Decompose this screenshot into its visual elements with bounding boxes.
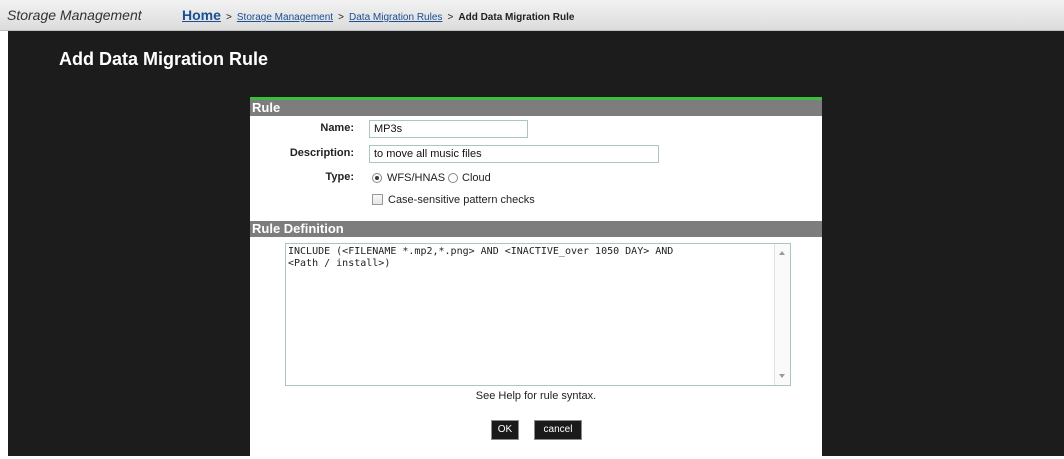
rule-syntax-help-text: See Help for rule syntax.: [475, 390, 597, 402]
type-radio-wfs-hnas[interactable]: [372, 173, 382, 183]
app-title: Storage Management: [7, 7, 142, 23]
scroll-down-icon[interactable]: [779, 374, 785, 378]
main-content: Add Data Migration Rule Rule Name: Descr…: [8, 31, 1064, 459]
top-bar: Storage Management Home > Storage Manage…: [0, 0, 1064, 31]
name-label: Name:: [320, 122, 354, 134]
rule-definition-text: INCLUDE (<FILENAME *.mp2,*.png> AND <INA…: [288, 246, 674, 269]
description-field[interactable]: [369, 145, 659, 163]
breadcrumb-separator: >: [338, 12, 344, 23]
ok-button[interactable]: OK: [491, 420, 519, 440]
case-sensitive-checkbox[interactable]: [372, 194, 383, 205]
rule-form-panel: Rule Name: Description: Type: WFS/HNAS C…: [250, 97, 822, 459]
breadcrumb-separator: >: [447, 12, 454, 23]
breadcrumb-data-migration-rules-link[interactable]: Data Migration Rules: [349, 12, 442, 23]
breadcrumb-home-link[interactable]: Home: [182, 7, 221, 23]
breadcrumb-separator: >: [225, 12, 232, 23]
rule-definition-textarea[interactable]: INCLUDE (<FILENAME *.mp2,*.png> AND <INA…: [285, 243, 791, 386]
description-label: Description:: [289, 147, 354, 159]
breadcrumb: Home > Storage Management > Data Migrati…: [182, 7, 574, 23]
rule-definition-scrollbar[interactable]: [774, 244, 790, 385]
type-option-cloud-label: Cloud: [462, 172, 491, 184]
breadcrumb-storage-management-link[interactable]: Storage Management: [237, 12, 333, 23]
scroll-up-icon[interactable]: [779, 251, 785, 255]
page-title: Add Data Migration Rule: [59, 49, 269, 69]
breadcrumb-current: Add Data Migration Rule: [458, 12, 575, 23]
type-label: Type:: [325, 171, 354, 183]
name-field[interactable]: [369, 120, 528, 138]
cancel-button[interactable]: cancel: [534, 420, 582, 440]
rule-definition-section-header: Rule Definition: [250, 221, 822, 237]
type-option-wfs-hnas-label: WFS/HNAS: [387, 172, 446, 184]
case-sensitive-label: Case-sensitive pattern checks: [388, 194, 535, 206]
type-radio-cloud[interactable]: [448, 173, 458, 183]
rule-section-header: Rule: [250, 100, 822, 116]
